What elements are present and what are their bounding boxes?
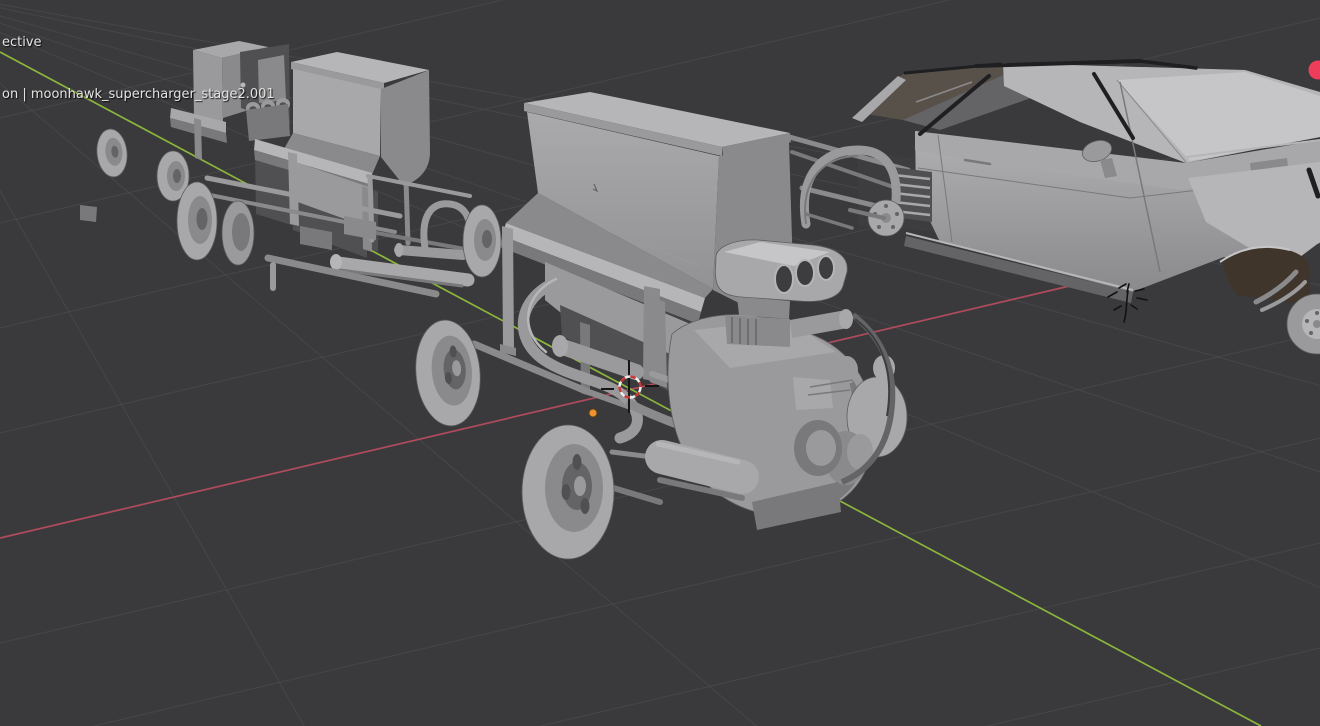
piano-kart-rear-group[interactable] <box>80 41 502 298</box>
scoop-opening <box>774 264 794 294</box>
scoop-opening <box>795 259 815 287</box>
kart-wheel <box>462 204 502 278</box>
supercharger <box>714 239 853 347</box>
blender-3d-viewport[interactable]: ective on | moonhawk_supercharger_stage2… <box>0 0 1320 726</box>
muffler-cap <box>552 335 568 357</box>
kart-wheel-rear-left <box>521 424 615 560</box>
blower-case <box>725 315 790 347</box>
idler-cylinder <box>836 356 858 384</box>
scoop-opening <box>817 255 835 281</box>
kart-wheel <box>221 200 255 266</box>
car-body-shell-object[interactable] <box>783 59 1320 355</box>
object-origin-dot <box>588 408 598 418</box>
kart-chassis <box>80 174 475 298</box>
rear-wheel <box>1286 293 1320 355</box>
piano-b-side-face <box>381 70 430 186</box>
grid-line <box>985 647 1320 726</box>
kart-wheel <box>176 181 218 261</box>
engine-head <box>258 55 286 103</box>
engine-mass <box>246 104 290 141</box>
loose-wheel-object[interactable] <box>95 128 130 179</box>
grid-line <box>538 542 1320 726</box>
bracket-box <box>793 377 833 410</box>
piano-a-knob <box>240 82 246 88</box>
piano-a-leg <box>194 118 202 160</box>
piano-leg-left <box>502 226 514 348</box>
snout-cap <box>839 309 853 329</box>
piano-a-front-face <box>193 50 223 122</box>
nav-gizmo-axis-dot[interactable] <box>1308 60 1320 80</box>
blower-snout <box>790 310 848 338</box>
